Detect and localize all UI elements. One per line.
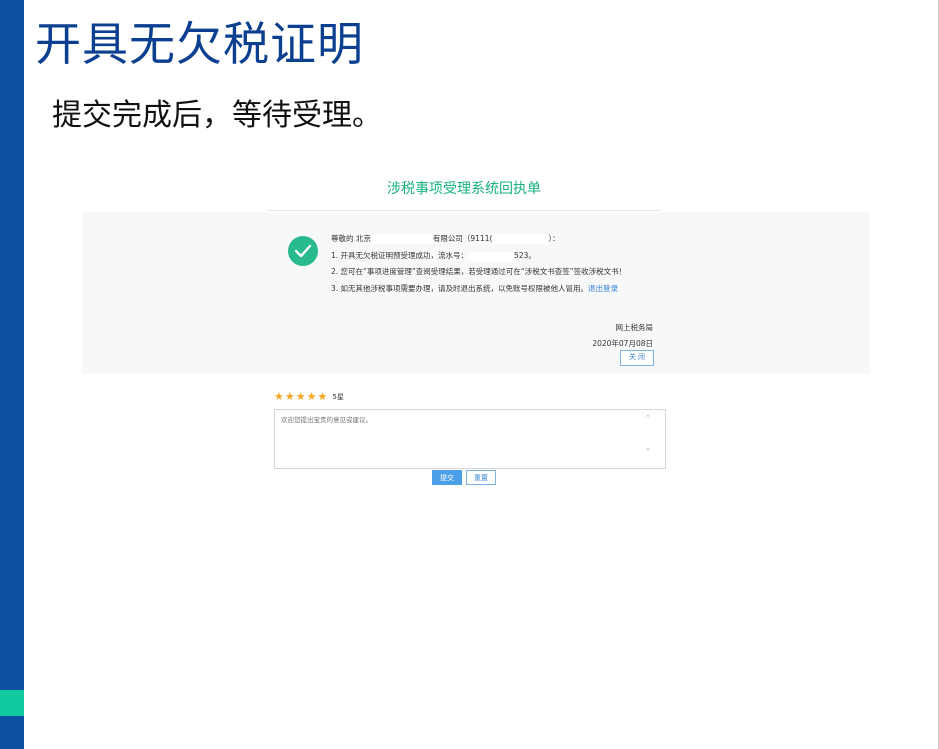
redacted-company-name xyxy=(370,234,433,244)
redacted-tax-id xyxy=(492,234,549,244)
submit-button[interactable]: 提交 xyxy=(432,470,462,485)
line1-suffix: 523。 xyxy=(514,251,536,260)
receipt-line-1: 1. 开具无欠税证明预受理成功，流水号： 523。 xyxy=(331,251,536,261)
receipt-greeting: 尊敬的 北京 有限公司（9111( ）： xyxy=(331,234,560,244)
star-icon[interactable]: ★ xyxy=(318,390,328,404)
scroll-up-icon[interactable]: ⌃ xyxy=(645,414,651,422)
reset-button[interactable]: 重置 xyxy=(466,470,496,485)
receipt-line-2: 2. 您可在“事项进度管理”查阅受理结果，若受理通过可在“涉税文书查签”签收涉税… xyxy=(331,267,627,276)
slide-subtitle: 提交完成后，等待受理。 xyxy=(52,98,382,133)
star-icon[interactable]: ★ xyxy=(307,390,317,404)
star-rating[interactable]: ★ ★ ★ ★ ★ 5星 xyxy=(274,390,344,404)
receipt-title: 涉税事项受理系统回执单 xyxy=(387,181,541,197)
greeting-prefix: 尊敬的 北京 xyxy=(331,234,371,243)
star-icon[interactable]: ★ xyxy=(274,390,284,404)
line3-text: 3. 如无其他涉税事项需要办理，请及时退出系统，以免账号权限被他人冒用。 xyxy=(331,284,589,293)
scroll-down-icon[interactable]: ⌄ xyxy=(645,444,651,452)
receipt-title-divider xyxy=(268,210,660,211)
redacted-serial-number xyxy=(468,251,515,261)
slide-sidebar xyxy=(0,0,24,749)
logout-link[interactable]: 退出登录 xyxy=(588,284,618,293)
receipt-date: 2020年07月08日 xyxy=(592,339,653,348)
feedback-input[interactable] xyxy=(274,409,666,469)
receipt-line-3: 3. 如无其他涉税事项需要办理，请及时退出系统，以免账号权限被他人冒用。退出登录 xyxy=(331,284,618,294)
line1-prefix: 1. 开具无欠税证明预受理成功，流水号： xyxy=(331,251,469,260)
star-icon[interactable]: ★ xyxy=(285,390,295,404)
receipt-organization: 网上税务局 xyxy=(615,323,654,332)
slide-title: 开具无欠税证明 xyxy=(35,17,364,71)
star-icon[interactable]: ★ xyxy=(296,390,306,404)
greeting-suffix: ）： xyxy=(548,234,560,243)
greeting-middle: 有限公司（9111( xyxy=(432,234,493,243)
rating-label: 5星 xyxy=(332,393,344,401)
success-check-icon xyxy=(288,236,318,266)
slide-sidebar-accent xyxy=(0,690,24,716)
close-button[interactable]: 关 闭 xyxy=(620,350,654,366)
